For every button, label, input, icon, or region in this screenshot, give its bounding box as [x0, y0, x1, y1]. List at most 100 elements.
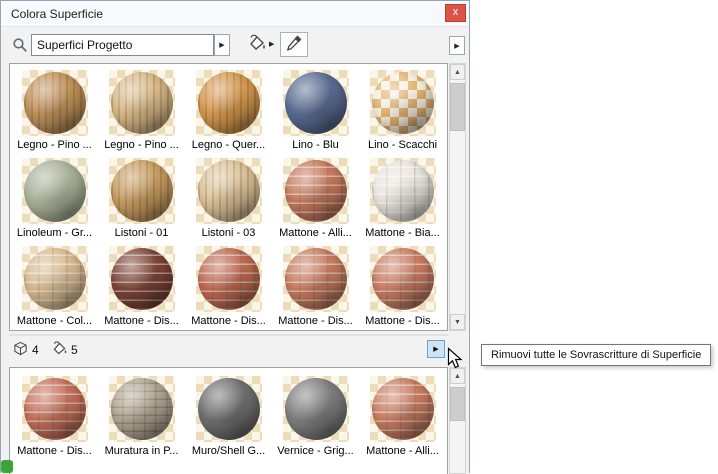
material-item[interactable]: Muro/Shell G...: [185, 372, 272, 460]
material-sphere: [23, 378, 86, 440]
material-sphere: [110, 72, 173, 134]
dialog-title: Colora Superficie: [11, 7, 104, 21]
scrollbar-top[interactable]: ▲ ▼: [449, 63, 466, 331]
arrow-up-icon: ▲: [454, 68, 461, 76]
search-icon: [12, 37, 28, 56]
material-label: Legno - Pino ...: [104, 139, 179, 151]
material-thumbnail: [108, 70, 175, 136]
material-item[interactable]: Lino - Blu: [272, 66, 359, 154]
material-item[interactable]: Listoni - 03: [185, 154, 272, 242]
material-sphere: [284, 378, 347, 440]
titlebar[interactable]: Colora Superficie x: [1, 1, 469, 27]
scroll-up-button[interactable]: ▲: [450, 64, 465, 80]
material-item[interactable]: Listoni - 01: [98, 154, 185, 242]
material-thumbnail: [108, 376, 175, 442]
bucket-dropdown-icon[interactable]: ▶: [269, 40, 274, 48]
surface-grid-bottom: Mattone - Dis... Muratura in P... Muro/S…: [11, 372, 446, 460]
material-label: Vernice - Grig...: [277, 445, 354, 457]
material-label: Mattone - Alli...: [279, 227, 352, 239]
panel-splitter[interactable]: [9, 334, 448, 336]
tooltip-text: Rimuovi tutte le Sovrascritture di Super…: [491, 349, 702, 361]
material-item[interactable]: Mattone - Col...: [11, 242, 98, 330]
material-item[interactable]: Mattone - Dis...: [272, 242, 359, 330]
material-thumbnail: [108, 158, 175, 224]
paint-bucket-icon[interactable]: [247, 33, 267, 56]
material-thumbnail: [195, 246, 262, 312]
material-sphere: [197, 248, 260, 310]
tooltip: Rimuovi tutte le Sovrascritture di Super…: [481, 344, 712, 366]
material-sphere: [197, 378, 260, 440]
material-item[interactable]: Mattone - Dis...: [98, 242, 185, 330]
material-item[interactable]: Legno - Quer...: [185, 66, 272, 154]
material-label: Mattone - Dis...: [104, 315, 179, 327]
scrollbar-thumb[interactable]: [450, 387, 465, 421]
material-thumbnail: [282, 246, 349, 312]
material-sphere: [197, 72, 260, 134]
material-item[interactable]: Muratura in P...: [98, 372, 185, 460]
material-sphere: [284, 72, 347, 134]
remove-overrides-button[interactable]: ▶: [427, 340, 445, 358]
material-thumbnail: [369, 376, 436, 442]
material-thumbnail: [282, 376, 349, 442]
scroll-down-button[interactable]: ▼: [450, 314, 465, 330]
material-sphere: [371, 248, 434, 310]
close-button[interactable]: x: [445, 4, 466, 22]
scrollbar-bottom[interactable]: ▲: [449, 367, 466, 474]
material-item[interactable]: Mattone - Dis...: [359, 242, 446, 330]
cube-icon: [13, 341, 28, 359]
material-thumbnail: [195, 158, 262, 224]
material-thumbnail: [369, 246, 436, 312]
search-input[interactable]: [31, 34, 214, 56]
material-sphere: [371, 378, 434, 440]
material-sphere: [284, 160, 347, 222]
material-label: Listoni - 03: [201, 227, 256, 239]
material-label: Lino - Blu: [292, 139, 339, 151]
eyedropper-button[interactable]: [280, 32, 308, 57]
material-sphere: [197, 160, 260, 222]
panel-options-button[interactable]: ▶: [449, 36, 465, 55]
material-sphere: [23, 160, 86, 222]
eyedropper-icon: [285, 34, 303, 55]
material-label: Mattone - Alli...: [366, 445, 439, 457]
paint-surface-dialog: Colora Superficie x ▶ ▶ ▶: [0, 0, 470, 474]
chevron-right-icon: ▶: [219, 42, 225, 49]
material-label: Legno - Quer...: [191, 139, 266, 151]
material-label: Linoleum - Gr...: [16, 227, 93, 239]
material-sphere: [110, 248, 173, 310]
material-sphere: [284, 248, 347, 310]
override-count: 5: [71, 343, 78, 357]
material-label: Mattone - Dis...: [278, 315, 353, 327]
material-sphere: [110, 160, 173, 222]
material-item[interactable]: Mattone - Bia...: [359, 154, 446, 242]
material-item[interactable]: Mattone - Dis...: [11, 372, 98, 460]
material-item[interactable]: Legno - Pino ...: [11, 66, 98, 154]
surface-list-bottom: Mattone - Dis... Muratura in P... Muro/S…: [9, 367, 448, 474]
material-item[interactable]: Legno - Pino ...: [98, 66, 185, 154]
material-thumbnail: [21, 158, 88, 224]
material-thumbnail: [21, 246, 88, 312]
material-thumbnail: [195, 70, 262, 136]
material-item[interactable]: Linoleum - Gr...: [11, 154, 98, 242]
scrollbar-thumb[interactable]: [450, 83, 465, 131]
material-label: Mattone - Dis...: [191, 315, 266, 327]
material-label: Mattone - Dis...: [17, 445, 92, 457]
material-label: Lino - Scacchi: [367, 139, 438, 151]
material-item[interactable]: Vernice - Grig...: [272, 372, 359, 460]
paint-bucket-icon: [51, 340, 68, 360]
material-item[interactable]: Lino - Scacchi: [359, 66, 446, 154]
material-label: Mattone - Dis...: [365, 315, 440, 327]
material-item[interactable]: Mattone - Alli...: [272, 154, 359, 242]
material-item[interactable]: Mattone - Dis...: [185, 242, 272, 330]
material-label: Mattone - Bia...: [365, 227, 440, 239]
material-sphere: [371, 72, 434, 134]
material-sphere: [23, 72, 86, 134]
material-sphere: [110, 378, 173, 440]
material-label: Listoni - 01: [114, 227, 169, 239]
material-sphere: [23, 248, 86, 310]
search-dropdown-button[interactable]: ▶: [214, 34, 230, 56]
material-thumbnail: [282, 158, 349, 224]
desktop-icon-fragment: [1, 460, 13, 473]
chevron-right-icon: ▶: [454, 42, 460, 50]
material-item[interactable]: Mattone - Alli...: [359, 372, 446, 460]
chevron-right-icon: ▶: [433, 346, 439, 353]
